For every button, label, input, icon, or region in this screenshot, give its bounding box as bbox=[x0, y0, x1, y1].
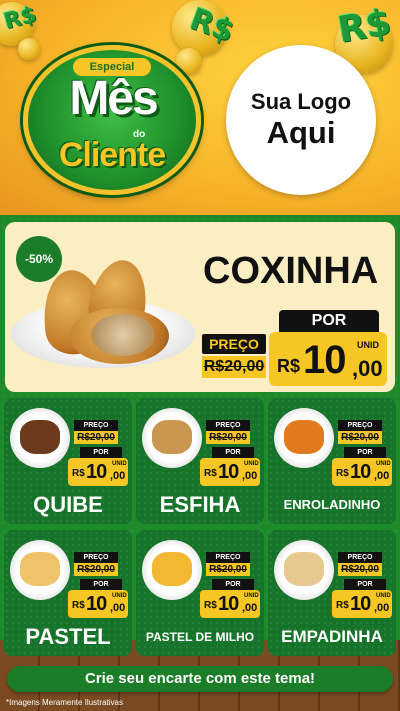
enroladinho-image bbox=[284, 420, 324, 454]
header-banner: R$ R$ R$ Especial Mês do Cliente Sua Log… bbox=[0, 0, 400, 215]
preco-label: PREÇO bbox=[74, 552, 118, 563]
product-name: PASTEL bbox=[25, 624, 111, 649]
price-box: R$ 10 ,00 UNID bbox=[332, 458, 392, 486]
price-box: R$ 10 ,00 UNID bbox=[68, 590, 128, 618]
por-label: POR bbox=[80, 447, 122, 458]
preco-label: PREÇO bbox=[74, 420, 118, 431]
product-name: PASTEL DE MILHO bbox=[145, 630, 255, 644]
preco-label: PREÇO bbox=[202, 334, 266, 354]
pastel-de-milho-image bbox=[152, 552, 192, 586]
badge-title-mes: Mês bbox=[69, 72, 158, 125]
currency-symbol: R$ bbox=[204, 600, 217, 611]
preco-label: PREÇO bbox=[338, 420, 382, 431]
price-integer: 10 bbox=[218, 593, 239, 615]
product-name: EMPADINHA bbox=[281, 627, 383, 646]
product-card-esfiha[interactable]: PREÇO R$20,00 POR R$ 10 ,00 UNID ESFIHA bbox=[136, 398, 264, 524]
preco-label: PREÇO bbox=[338, 552, 382, 563]
por-label: POR bbox=[212, 579, 254, 590]
por-label: POR bbox=[212, 447, 254, 458]
disclaimer-text: *Imagens Meramente Ilustrativas bbox=[6, 698, 123, 707]
unit-label: UNID bbox=[244, 461, 259, 467]
product-card-quibe[interactable]: PREÇO R$20,00 POR R$ 10 ,00 UNID QUIBE bbox=[4, 398, 132, 524]
product-card-enroladinho[interactable]: PREÇO R$20,00 POR R$ 10 ,00 UNID ENROLAD… bbox=[268, 398, 396, 524]
product-name: ESFIHA bbox=[159, 492, 241, 517]
price-cents: ,00 bbox=[374, 602, 390, 614]
product-card-empadinha[interactable]: PREÇO R$20,00 POR R$ 10 ,00 UNID EMPADIN… bbox=[268, 530, 396, 656]
price-box: R$ 10 ,00 UNID bbox=[332, 590, 392, 618]
product-card-pastel[interactable]: PREÇO R$20,00 POR R$ 10 ,00 UNID PASTEL bbox=[4, 530, 132, 656]
discount-badge: -50% bbox=[16, 236, 62, 282]
old-price: R$20,00 bbox=[206, 563, 250, 576]
old-price: R$20,00 bbox=[206, 431, 250, 444]
logo-placeholder[interactable]: Sua Logo Aqui bbox=[226, 45, 376, 195]
product-card-pastel-de-milho[interactable]: PREÇO R$20,00 POR R$ 10 ,00 UNID PASTEL … bbox=[136, 530, 264, 656]
badge-title-cliente: Cliente bbox=[58, 136, 166, 174]
price-box: R$ 10 ,00 UNID bbox=[68, 458, 128, 486]
currency-symbol: R$ bbox=[336, 600, 349, 611]
currency-symbol: R$ bbox=[336, 468, 349, 479]
price-box: R$ 10 ,00 UNID bbox=[269, 332, 387, 386]
currency-symbol: R$ bbox=[72, 600, 85, 611]
old-price: R$20,00 bbox=[202, 356, 266, 378]
price-cents: ,00 bbox=[110, 602, 126, 614]
price-integer: 10 bbox=[350, 593, 371, 615]
product-name: ENROLADINHO bbox=[283, 497, 381, 512]
price-cents: ,00 bbox=[242, 470, 258, 482]
unit-label: UNID bbox=[357, 340, 379, 350]
por-label: POR bbox=[344, 447, 386, 458]
unit-label: UNID bbox=[376, 461, 391, 467]
coxinha-filling-image bbox=[91, 314, 155, 356]
product-title: COXINHA bbox=[203, 250, 379, 292]
preco-label: PREÇO bbox=[206, 420, 250, 431]
por-label: POR bbox=[80, 579, 122, 590]
pastel-image bbox=[20, 552, 60, 586]
old-price: R$20,00 bbox=[338, 431, 382, 444]
preco-label: PREÇO bbox=[206, 552, 250, 563]
unit-label: UNID bbox=[376, 593, 391, 599]
unit-label: UNID bbox=[112, 461, 127, 467]
price-cents: ,00 bbox=[374, 470, 390, 482]
unit-label: UNID bbox=[112, 593, 127, 599]
currency-symbol: R$ bbox=[277, 356, 301, 376]
price-cents: ,00 bbox=[110, 470, 126, 482]
cta-button[interactable]: Crie seu encarte com este tema! bbox=[7, 666, 393, 692]
esfiha-image bbox=[152, 420, 192, 454]
unit-label: UNID bbox=[244, 593, 259, 599]
por-label: POR bbox=[279, 310, 379, 332]
old-price: R$20,00 bbox=[74, 431, 118, 444]
logo-line-2: Aqui bbox=[266, 115, 336, 150]
price-box: R$ 10 ,00 UNID bbox=[200, 590, 260, 618]
price-integer: 10 bbox=[303, 338, 346, 382]
price-integer: 10 bbox=[350, 461, 371, 483]
price-cents: ,00 bbox=[352, 356, 383, 381]
price-integer: 10 bbox=[86, 461, 107, 483]
empadinha-image bbox=[284, 552, 324, 586]
quibe-image bbox=[20, 420, 60, 454]
currency-symbol: R$ bbox=[72, 468, 85, 479]
price-integer: 10 bbox=[86, 593, 107, 615]
price-box: R$ 10 ,00 UNID bbox=[200, 458, 260, 486]
featured-product-card[interactable]: -50% COXINHA PREÇO R$20,00 POR R$ 10 ,00… bbox=[5, 222, 395, 392]
logo-line-1: Sua Logo bbox=[250, 89, 352, 114]
product-name: QUIBE bbox=[33, 492, 103, 517]
old-price: R$20,00 bbox=[338, 563, 382, 576]
old-price: R$20,00 bbox=[74, 563, 118, 576]
currency-symbol: R$ bbox=[204, 468, 217, 479]
por-label: POR bbox=[344, 579, 386, 590]
price-integer: 10 bbox=[218, 461, 239, 483]
mes-do-cliente-badge: Especial Mês do Cliente bbox=[23, 45, 201, 195]
price-cents: ,00 bbox=[242, 602, 258, 614]
